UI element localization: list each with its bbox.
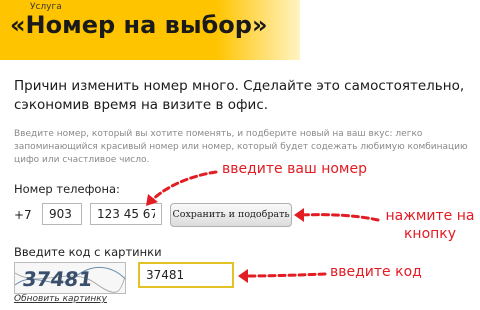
arrowhead-code: [238, 269, 248, 283]
annotation-arrows: [146, 170, 380, 283]
arrow-to-button: [298, 213, 380, 222]
arrowhead-button: [294, 208, 304, 222]
arrow-to-code: [242, 272, 327, 278]
arrow-to-number: [148, 170, 218, 204]
